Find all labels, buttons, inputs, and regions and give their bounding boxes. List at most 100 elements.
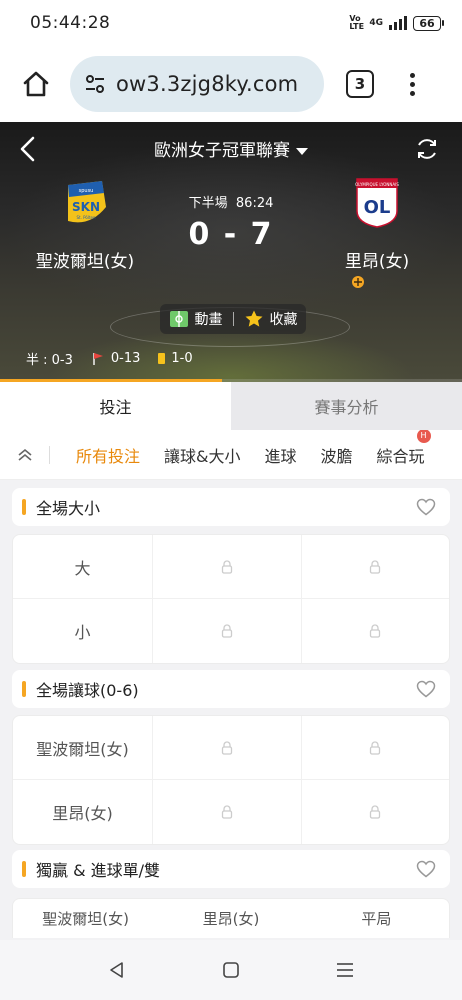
back-nav-icon[interactable] <box>106 959 128 981</box>
league-title: 歐洲女子冠軍聯賽 <box>154 141 290 161</box>
ball-icon <box>352 276 364 288</box>
bet-filter-bar: 所有投注 讓球&大小 進球 波膽 綜合玩 H <box>0 430 462 480</box>
away-logo-top: OLYMPIQUE LYONNAIS <box>355 182 399 187</box>
lock-icon <box>221 624 232 638</box>
animation-button[interactable]: 動畫 <box>169 309 223 329</box>
hot-badge: H <box>416 430 431 443</box>
lock-icon <box>370 805 381 819</box>
table-row: 大 <box>13 535 449 599</box>
browser-menu-button[interactable] <box>410 72 415 96</box>
away-team-name: 里昂(女) <box>344 252 410 272</box>
lock-icon <box>370 740 381 755</box>
row-label: 聖波爾坦(女) <box>13 716 153 779</box>
outcome-away: 里昂(女) <box>202 910 260 928</box>
filter-all-bets[interactable]: 所有投注 <box>76 443 140 467</box>
half-score: 半 : 0-3 <box>26 353 73 368</box>
star-icon <box>245 310 262 327</box>
table-row: 里昂(女) <box>13 780 449 844</box>
corner-flag-icon <box>93 352 103 365</box>
outcome-draw: 平局 <box>361 910 392 928</box>
odds-cell <box>153 716 302 779</box>
odds-cell <box>153 599 302 663</box>
home-team-name: 聖波爾坦(女) <box>35 252 135 272</box>
favorite-label: 收藏 <box>269 312 298 328</box>
market-header-total[interactable]: 全場大小 <box>12 488 450 526</box>
outcome-home: 聖波爾坦(女) <box>42 910 130 928</box>
league-selector[interactable]: 歐洲女子冠軍聯賽 <box>0 136 462 161</box>
battery-level: 66 <box>413 15 441 31</box>
home-nav-icon[interactable] <box>220 959 242 981</box>
home-team: spusu SKN St. Pölten 聖波爾坦(女) <box>25 177 145 272</box>
odds-cell <box>302 716 450 779</box>
main-tabs: 投注 賽事分析 <box>0 382 462 430</box>
market-title: 全場大小 <box>36 499 101 518</box>
heart-icon[interactable] <box>416 498 436 516</box>
market-title: 全場讓球(0-6) <box>36 681 139 700</box>
row-label: 里昂(女) <box>13 780 153 844</box>
market-header-handicap[interactable]: 全場讓球(0-6) <box>12 670 450 708</box>
url-text: ow3.3zjg8ky.com <box>116 72 299 96</box>
favorite-button[interactable]: 收藏 <box>244 309 298 329</box>
filter-combo[interactable]: 綜合玩 H <box>376 430 431 467</box>
row-label: 大 <box>13 535 153 598</box>
heart-icon[interactable] <box>416 860 436 878</box>
status-bar: 05:44:28 Vo LTE 4G 66 <box>0 0 462 46</box>
recents-nav-icon[interactable] <box>334 959 356 981</box>
table-row: 聖波爾坦(女) <box>13 716 449 780</box>
lock-icon <box>221 740 232 755</box>
home-logo-text: SKN <box>72 200 100 214</box>
tab-betting[interactable]: 投注 <box>0 382 231 430</box>
heart-icon[interactable] <box>416 680 436 698</box>
animation-label: 動畫 <box>194 312 223 328</box>
corner-count: 0-13 <box>110 351 141 366</box>
table-row: 小 <box>13 599 449 663</box>
status-time: 05:44:28 <box>30 13 111 33</box>
row-label: 小 <box>13 599 153 663</box>
away-logo-text: OL <box>364 197 391 218</box>
odds-cell <box>302 599 450 663</box>
double-chevron-up-icon <box>18 448 32 461</box>
refresh-icon[interactable] <box>414 136 440 162</box>
status-icons: Vo LTE 4G 66 <box>349 15 444 31</box>
system-nav-bar <box>0 940 462 1000</box>
match-stats: 半 : 0-3 0-13 1-0 <box>26 349 193 368</box>
pitch-icon <box>169 311 188 327</box>
away-team-logo: OLYMPIQUE LYONNAIS OL <box>355 178 399 228</box>
away-team: OLYMPIQUE LYONNAIS OL 里昂(女) <box>317 177 437 288</box>
filter-goals[interactable]: 進球 <box>265 443 297 467</box>
address-bar[interactable]: ow3.3zjg8ky.com <box>70 56 324 112</box>
lock-icon <box>370 624 381 638</box>
odds-cell <box>153 535 302 598</box>
market-header-win-goals[interactable]: 獨贏 & 進球單/雙 <box>12 850 450 888</box>
home-button[interactable] <box>16 64 56 104</box>
match-header: 歐洲女子冠軍聯賽 下半場 86:24 0 - 7 spusu SKN St. P… <box>0 122 462 382</box>
home-team-logo: spusu SKN St. Pölten <box>68 181 106 223</box>
home-logo-top: spusu <box>79 188 94 194</box>
lock-icon <box>221 805 232 819</box>
browser-toolbar: ow3.3zjg8ky.com 3 <box>0 46 462 122</box>
filter-handicap-total[interactable]: 讓球&大小 <box>164 443 240 467</box>
yellow-card-icon <box>158 353 166 364</box>
odds-cell <box>153 780 302 844</box>
tab-switcher-button[interactable]: 3 <box>346 70 374 98</box>
market-title: 獨贏 & 進球單/雙 <box>36 861 161 880</box>
home-icon <box>23 71 49 97</box>
collapse-all-button[interactable] <box>0 430 50 479</box>
tune-icon[interactable] <box>84 73 106 95</box>
home-logo-sub: St. Pölten <box>76 215 96 220</box>
match-time: 86:24 <box>235 196 274 211</box>
lock-icon <box>370 559 381 574</box>
filter-correct-score[interactable]: 波膽 <box>321 443 353 467</box>
volte-indicator: Vo LTE <box>349 14 365 31</box>
tab-analysis[interactable]: 賽事分析 <box>231 382 462 430</box>
filter-combo-label: 綜合玩 <box>376 446 425 466</box>
market-table-handicap: 聖波爾坦(女) 里昂(女) <box>12 715 450 845</box>
animation-favorite-bar: 動畫 收藏 <box>160 304 306 334</box>
outcome-header-row: 聖波爾坦(女) 里昂(女) 平局 <box>12 898 450 938</box>
yellow-card-count: 1-0 <box>171 351 193 366</box>
signal-icon <box>389 16 407 30</box>
network-label: 4G <box>369 18 383 28</box>
market-table-total: 大 小 <box>12 534 450 664</box>
lock-icon <box>221 559 232 574</box>
chevron-down-icon <box>296 147 308 155</box>
